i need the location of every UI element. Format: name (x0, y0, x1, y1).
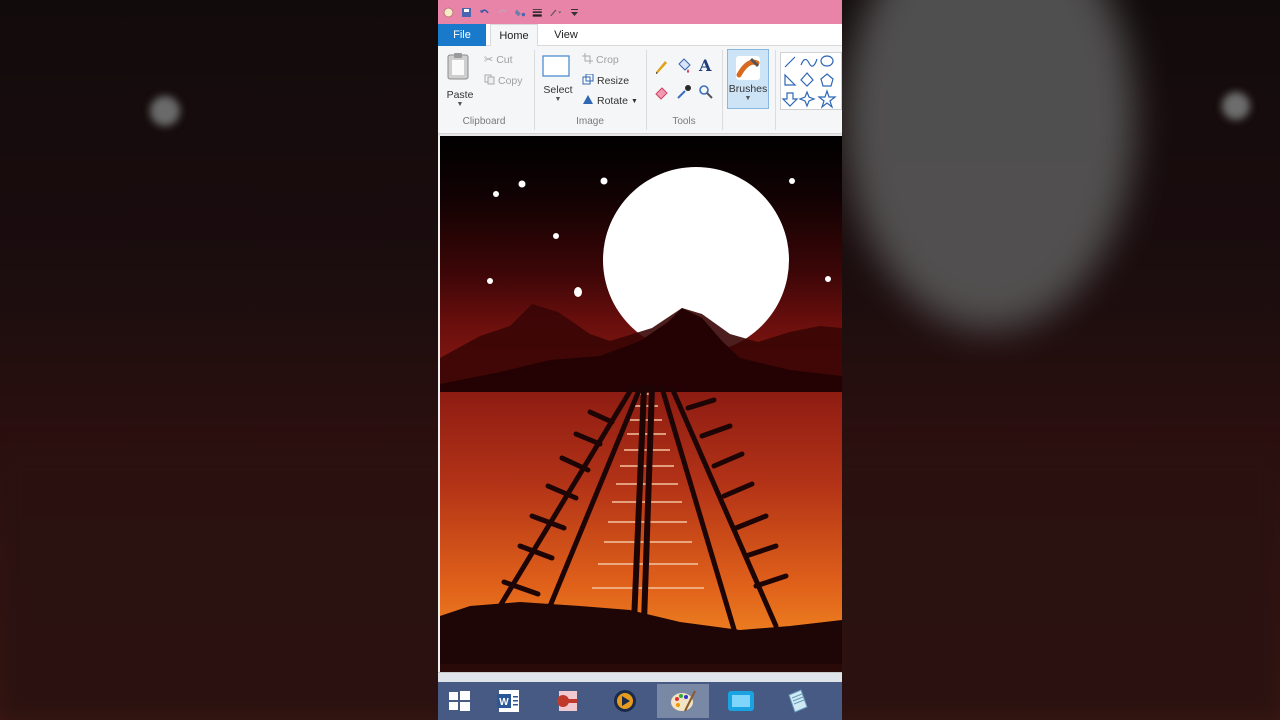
fill-tool[interactable] (676, 58, 692, 77)
select-label: Select (543, 84, 573, 96)
media-player-icon (614, 690, 636, 712)
word-icon: W (497, 690, 519, 712)
image-group-label: Image (576, 116, 604, 127)
save-icon[interactable] (460, 6, 472, 18)
tab-home[interactable]: Home (490, 24, 538, 46)
resize-label: Resize (597, 75, 630, 87)
crop-label: Crop (596, 54, 619, 66)
resize-icon (582, 73, 594, 88)
brushes-button[interactable]: Brushes ▼ (727, 49, 769, 109)
quick-access-toolbar (438, 0, 842, 24)
clipboard-group-label: Clipboard (462, 116, 506, 127)
rotate-label: Rotate (597, 95, 628, 107)
shapes-gallery[interactable] (780, 52, 842, 110)
night-railway-painting (440, 136, 842, 672)
eraser-tool[interactable] (654, 84, 670, 103)
crop-button[interactable]: Crop (582, 53, 619, 67)
rotate-icon (582, 94, 594, 108)
pencil-icon (656, 61, 667, 74)
chevron-down-icon: ▼ (744, 95, 752, 102)
notepad-icon (788, 689, 808, 713)
undo-icon[interactable] (478, 6, 490, 18)
copy-button[interactable]: Copy (484, 74, 523, 88)
copy-icon (484, 74, 495, 88)
blurred-star (1222, 92, 1250, 120)
select-button[interactable]: Select ▼ (541, 54, 575, 110)
access-key-icon (557, 691, 577, 711)
ribbon: Paste ▼ ✂ Cut Copy Clipboard Select ▼ Cr… (438, 46, 842, 134)
paint-app-icon[interactable] (442, 6, 454, 18)
taskbar-word[interactable]: W (492, 684, 526, 718)
paste-button[interactable]: Paste ▼ (446, 52, 474, 108)
chevron-down-icon: ▼ (554, 96, 562, 103)
taskbar-media[interactable] (608, 684, 642, 718)
taskbar-notes[interactable] (780, 684, 814, 718)
pencil-tool[interactable] (654, 58, 670, 77)
group-divider (534, 50, 535, 130)
file-menu[interactable]: File (438, 24, 486, 46)
windows-logo-icon (449, 691, 470, 711)
magnifier-icon (699, 85, 713, 99)
cut-label: Cut (496, 53, 513, 66)
line-size-icon[interactable] (532, 6, 544, 18)
fill-icon[interactable] (514, 6, 526, 18)
ribbon-tabs: File Home View (438, 24, 842, 46)
chevron-down-icon: ▼ (630, 97, 638, 105)
taskbar-snipping[interactable] (724, 684, 758, 718)
taskbar-powerpoint[interactable] (550, 684, 584, 718)
pencil-dropdown-icon[interactable] (550, 6, 562, 18)
drawing-canvas[interactable] (440, 136, 842, 672)
brush-icon (736, 56, 760, 80)
paste-label: Paste (446, 89, 474, 101)
color-picker-tool[interactable] (676, 84, 692, 103)
shapes-icon (781, 55, 837, 109)
tab-view[interactable]: View (546, 24, 586, 46)
paint-palette-icon (671, 690, 696, 712)
tools-group-label: Tools (672, 116, 696, 127)
blurred-moon (845, 0, 1135, 330)
eraser-icon (655, 87, 668, 100)
eyedropper-icon (677, 85, 691, 99)
taskbar: W (438, 682, 842, 720)
copy-label: Copy (498, 75, 523, 87)
group-divider (722, 50, 723, 130)
svg-text:W: W (499, 697, 509, 708)
blurred-star (150, 96, 180, 126)
text-tool[interactable]: A (699, 56, 711, 75)
crop-icon (582, 53, 593, 67)
brushes-label: Brushes (728, 83, 768, 95)
paint-bucket-icon (678, 58, 691, 73)
selection-rectangle-icon (542, 55, 570, 77)
redo-icon[interactable] (496, 6, 508, 18)
clipboard-icon (447, 53, 469, 80)
start-button[interactable] (442, 684, 476, 718)
scissors-icon: ✂ (484, 54, 494, 66)
rotate-button[interactable]: Rotate ▼ (582, 94, 638, 108)
magnifier-tool[interactable] (698, 84, 714, 103)
resize-button[interactable]: Resize (582, 73, 630, 88)
status-bar (438, 672, 842, 682)
screen-capture-icon (728, 691, 754, 711)
customize-qat-icon[interactable] (568, 6, 580, 18)
paint-window: File Home View Paste ▼ ✂ Cut Copy Clipbo… (438, 0, 842, 720)
cut-button[interactable]: ✂ Cut (484, 53, 513, 67)
group-divider (775, 50, 776, 130)
taskbar-paint[interactable] (657, 684, 709, 718)
chevron-down-icon: ▼ (456, 101, 464, 108)
group-divider (646, 50, 647, 130)
